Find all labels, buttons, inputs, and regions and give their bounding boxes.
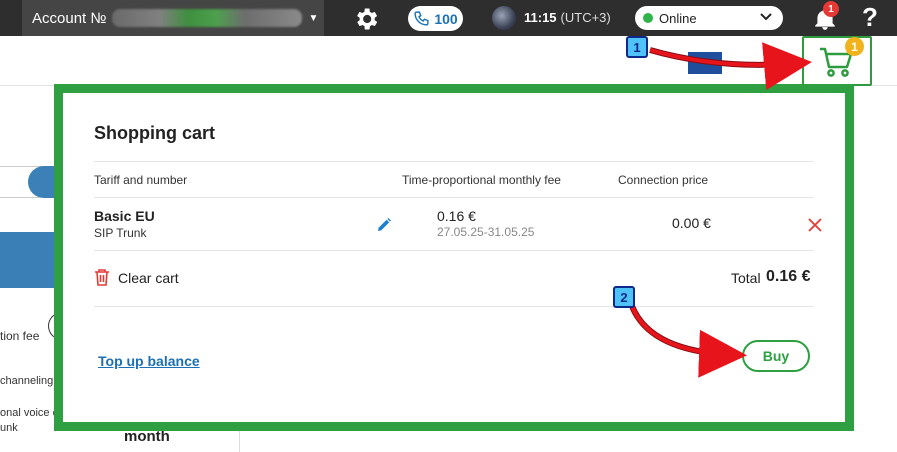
divider (94, 161, 814, 162)
total-value: 0.16 € (766, 268, 811, 285)
buy-button[interactable]: Buy (742, 340, 810, 372)
chevron-down-icon (760, 13, 772, 21)
modal-title: Shopping cart (94, 123, 215, 143)
tariff-name: Basic EU (94, 208, 155, 224)
phone-count: 100 (434, 10, 458, 27)
total-label: Total (731, 270, 761, 286)
step-marker-1: 1 (626, 36, 648, 58)
cart-count-badge: 1 (845, 37, 864, 56)
column-header-fee: Time-proportional monthly fee (402, 173, 561, 187)
status-label: Online (659, 10, 697, 26)
clear-cart-label: Clear cart (118, 270, 179, 286)
account-selector[interactable]: Account № ▼ (22, 0, 324, 36)
online-dot-icon (643, 13, 653, 23)
step-marker-2: 2 (613, 286, 635, 308)
background-banner (0, 232, 55, 288)
divider (94, 306, 814, 307)
help-icon[interactable]: ? (862, 2, 878, 33)
clock-timezone: (UTC+3) (560, 10, 611, 25)
clock: 11:15 (UTC+3) (524, 10, 611, 25)
divider (94, 197, 814, 198)
fee-period: 27.05.25-31.05.25 (437, 225, 535, 239)
phone-lines-button[interactable]: 100 (408, 6, 463, 31)
account-number-redacted (112, 9, 303, 27)
phone-icon (414, 11, 429, 26)
background-text-fee: tion fee (0, 329, 40, 343)
background-text-voice: onal voice o (0, 407, 59, 419)
avatar[interactable] (492, 6, 516, 30)
shopping-cart-modal: Shopping cart Tariff and number Time-pro… (54, 84, 854, 431)
monthly-fee: 0.16 € (437, 208, 476, 224)
tariff-type: SIP Trunk (94, 226, 147, 240)
chevron-down-icon: ▼ (308, 12, 319, 24)
status-dropdown[interactable]: Online (635, 6, 783, 30)
gear-icon[interactable] (352, 5, 380, 33)
background-text-channeling: channeling (0, 375, 54, 387)
sub-header (0, 36, 897, 86)
clock-time: 11:15 (524, 10, 557, 25)
column-header-connection: Connection price (618, 173, 709, 187)
column-header-tariff: Tariff and number (94, 173, 188, 187)
top-up-balance-link[interactable]: Top up balance (98, 353, 200, 369)
trash-icon (95, 269, 109, 286)
top-bar: Account № ▼ 100 11:15 (UTC+3) Online 1 ? (0, 0, 897, 36)
notifications-badge: 1 (823, 1, 839, 17)
background-text-unk: unk (0, 422, 18, 434)
close-icon[interactable] (808, 218, 822, 232)
flag-icon (688, 52, 722, 74)
pencil-icon[interactable] (376, 217, 392, 233)
account-label: Account № (32, 9, 107, 27)
divider (94, 250, 814, 251)
connection-price: 0.00 € (672, 215, 711, 231)
